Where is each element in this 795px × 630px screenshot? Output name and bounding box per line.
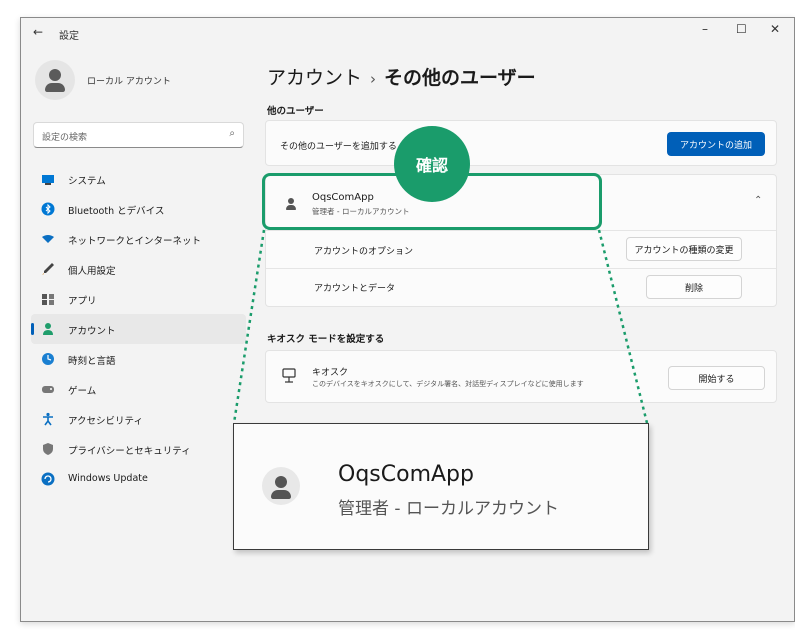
sidebar-item-system[interactable]: システム bbox=[31, 164, 246, 194]
breadcrumb-separator: › bbox=[370, 70, 377, 88]
confirm-callout: 確認 bbox=[394, 126, 470, 202]
chevron-up-icon[interactable]: ⌃ bbox=[754, 195, 762, 206]
minimize-button[interactable]: – bbox=[702, 22, 708, 36]
sidebar-item-label: Bluetooth とデバイス bbox=[68, 206, 165, 217]
profile-name: ローカル アカウント bbox=[87, 77, 171, 87]
zoom-user-name: OqsComApp bbox=[338, 462, 474, 487]
active-indicator bbox=[31, 323, 34, 335]
app-title: 設定 bbox=[59, 31, 79, 42]
apps-icon bbox=[41, 292, 55, 306]
add-account-button[interactable]: アカウントの追加 bbox=[667, 132, 765, 156]
back-arrow-icon[interactable]: ← bbox=[33, 25, 43, 39]
avatar bbox=[35, 60, 75, 100]
personalization-icon bbox=[41, 262, 55, 276]
sidebar-item-privacy[interactable]: プライバシーとセキュリティ bbox=[31, 434, 246, 464]
breadcrumb-parent[interactable]: アカウント bbox=[267, 67, 362, 89]
kiosk-name: キオスク bbox=[312, 368, 349, 378]
sidebar-item-accounts[interactable]: アカウント bbox=[31, 314, 246, 344]
maximize-button[interactable]: ☐ bbox=[736, 22, 747, 36]
sidebar-item-label: ネットワークとインターネット bbox=[68, 236, 202, 247]
zoom-avatar bbox=[262, 467, 300, 505]
sidebar-item-windows-update[interactable]: Windows Update bbox=[31, 464, 246, 494]
bluetooth-icon bbox=[41, 202, 55, 216]
privacy-icon bbox=[41, 442, 55, 456]
sidebar-item-bluetooth[interactable]: Bluetooth とデバイス bbox=[31, 194, 246, 224]
kiosk-icon bbox=[282, 368, 296, 388]
zoom-user-role: 管理者 - ローカルアカウント bbox=[338, 499, 559, 519]
sidebar-item-label: Windows Update bbox=[68, 473, 148, 484]
change-account-type-button[interactable]: アカウントの種類の変更 bbox=[626, 237, 742, 261]
section-title-kiosk: キオスク モードを設定する bbox=[267, 334, 385, 345]
search-icon[interactable]: ⌕ bbox=[229, 128, 235, 139]
kiosk-start-button[interactable]: 開始する bbox=[668, 366, 765, 390]
add-user-label: その他のユーザーを追加する bbox=[280, 142, 397, 152]
sidebar-item-label: 時刻と言語 bbox=[68, 356, 116, 367]
gaming-icon bbox=[41, 382, 55, 396]
sidebar-item-gaming[interactable]: ゲーム bbox=[31, 374, 246, 404]
windows-update-icon bbox=[41, 472, 55, 486]
sidebar-item-label: アプリ bbox=[68, 296, 97, 307]
sidebar-item-network[interactable]: ネットワークとインターネット bbox=[31, 224, 246, 254]
sidebar-nav: システム Bluetooth とデバイス ネットワークとインターネット 個人用設… bbox=[31, 164, 246, 494]
kiosk-description: このデバイスをキオスクにして、デジタル署名、対話型ディスプレイなどに使用します bbox=[312, 380, 584, 388]
account-data-label: アカウントとデータ bbox=[314, 284, 396, 294]
sidebar-item-label: アカウント bbox=[68, 326, 116, 337]
accessibility-icon bbox=[41, 412, 55, 426]
section-title-other-users: 他のユーザー bbox=[267, 106, 324, 117]
sidebar-item-label: プライバシーとセキュリティ bbox=[68, 446, 191, 457]
sidebar-item-label: ゲーム bbox=[68, 386, 97, 397]
search-placeholder: 設定の検索 bbox=[42, 133, 88, 143]
zoom-callout: OqsComApp 管理者 - ローカルアカウント bbox=[233, 423, 649, 550]
title-bar: ← 設定 – ☐ ✕ bbox=[21, 18, 794, 48]
delete-button[interactable]: 削除 bbox=[646, 275, 742, 299]
sidebar-item-apps[interactable]: アプリ bbox=[31, 284, 246, 314]
breadcrumb: アカウント › その他のユーザー bbox=[267, 63, 536, 90]
kiosk-card: キオスク このデバイスをキオスクにして、デジタル署名、対話型ディスプレイなどに使… bbox=[265, 350, 777, 403]
add-user-card: その他のユーザーを追加する アカウントの追加 bbox=[265, 120, 777, 166]
sidebar-item-label: アクセシビリティ bbox=[68, 416, 143, 427]
close-button[interactable]: ✕ bbox=[770, 22, 780, 36]
sidebar-item-personalization[interactable]: 個人用設定 bbox=[31, 254, 246, 284]
sidebar-item-accessibility[interactable]: アクセシビリティ bbox=[31, 404, 246, 434]
sidebar-item-time-language[interactable]: 時刻と言語 bbox=[31, 344, 246, 374]
accounts-icon bbox=[41, 322, 55, 336]
sidebar-item-label: システム bbox=[68, 176, 106, 187]
system-icon bbox=[41, 172, 55, 186]
network-icon bbox=[41, 232, 55, 246]
divider bbox=[266, 268, 776, 269]
sidebar-item-label: 個人用設定 bbox=[68, 266, 116, 277]
account-options-label: アカウントのオプション bbox=[314, 247, 414, 257]
page-title: その他のユーザー bbox=[384, 67, 536, 89]
time-language-icon bbox=[41, 352, 55, 366]
divider bbox=[266, 230, 776, 231]
search-input[interactable]: 設定の検索 ⌕ bbox=[33, 122, 244, 148]
